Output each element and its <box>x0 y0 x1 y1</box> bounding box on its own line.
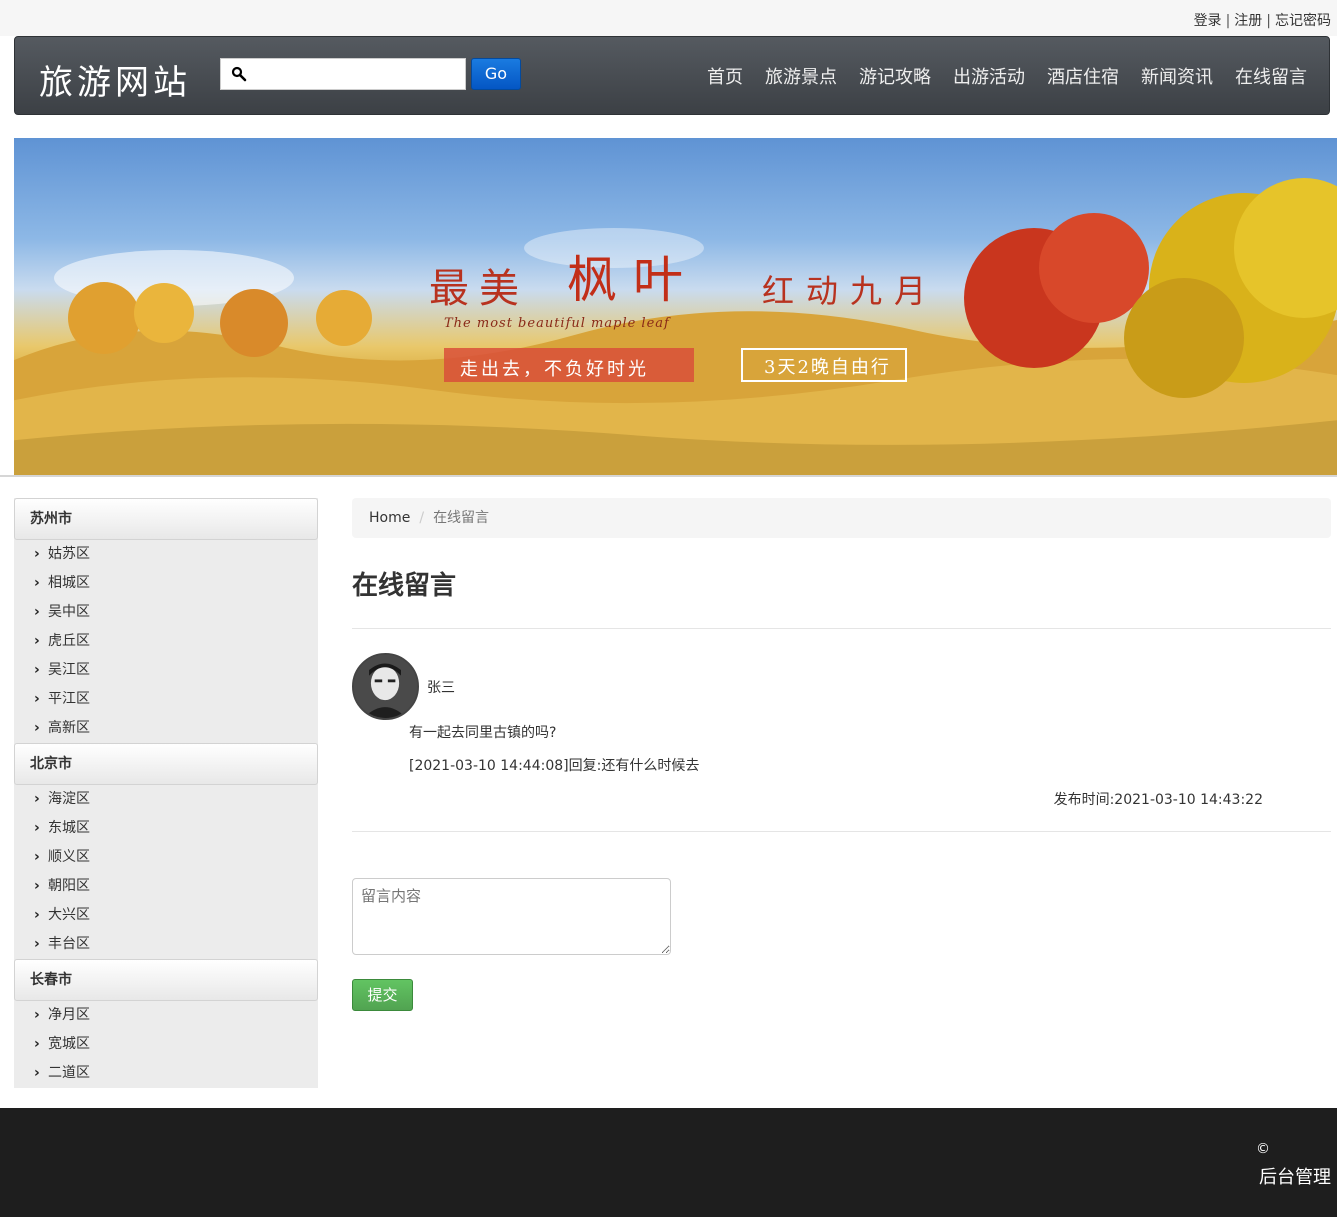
avatar <box>352 653 419 720</box>
submit-button[interactable]: 提交 <box>352 979 413 1011</box>
message-textarea[interactable] <box>352 878 671 955</box>
site-brand[interactable]: 旅游网站 <box>39 55 191 104</box>
sidebar-item-label: 二道区 <box>48 1065 90 1081</box>
sidebar-item-daxing[interactable]: › 大兴区 <box>14 901 318 930</box>
sidebar-item-haidian[interactable]: › 海淀区 <box>14 785 318 814</box>
sidebar-group-beijing[interactable]: 北京市 <box>14 743 318 785</box>
admin-link[interactable]: 后台管理 <box>1259 1163 1331 1189</box>
sidebar-item-huqiu[interactable]: › 虎丘区 <box>14 627 318 656</box>
sidebar-item-pingjiang[interactable]: › 平江区 <box>14 685 318 714</box>
banner-title-c: 红动九月 <box>762 272 939 310</box>
divider <box>352 831 1331 832</box>
chevron-right-icon: › <box>34 878 40 894</box>
sidebar-item-label: 吴中区 <box>48 604 90 620</box>
chevron-right-icon: › <box>34 1036 40 1052</box>
link-separator: | <box>1225 13 1231 29</box>
account-links: 登录 | 注册 | 忘记密码 <box>1194 10 1331 30</box>
user-avatar-icon <box>354 655 417 718</box>
chevron-right-icon: › <box>34 691 40 707</box>
sidebar-item-label: 吴江区 <box>48 662 90 678</box>
search-icon <box>231 66 247 82</box>
nav-item-activities[interactable]: 出游活动 <box>953 63 1025 89</box>
sidebar-item-label: 净月区 <box>48 1007 90 1023</box>
chevron-right-icon: › <box>34 820 40 836</box>
banner-subtitle: The most beautiful maple leaf <box>444 316 670 331</box>
banner-tag-slogan: 走出去，不负好时光 <box>460 359 649 380</box>
sidebar-item-gusu[interactable]: › 姑苏区 <box>14 540 318 569</box>
banner-tag-package: 3天2晚自由行 <box>764 357 891 378</box>
sidebar-item-label: 东城区 <box>48 820 90 836</box>
register-link[interactable]: 注册 <box>1234 13 1262 29</box>
sidebar-item-kuancheng[interactable]: › 宽城区 <box>14 1030 318 1059</box>
top-links-bar: 登录 | 注册 | 忘记密码 <box>0 0 1337 36</box>
nav-item-attractions[interactable]: 旅游景点 <box>765 63 837 89</box>
sidebar-item-label: 姑苏区 <box>48 546 90 562</box>
copyright-symbol: © <box>1256 1141 1270 1157</box>
nav-menu: 首页 旅游景点 游记攻略 出游活动 酒店住宿 新闻资讯 在线留言 <box>685 63 1307 89</box>
search-box <box>220 58 466 90</box>
chevron-right-icon: › <box>34 604 40 620</box>
forgot-password-link[interactable]: 忘记密码 <box>1275 13 1331 29</box>
sidebar-item-label: 虎丘区 <box>48 633 90 649</box>
search-go-button[interactable]: Go <box>471 58 521 90</box>
message-timestamp: 发布时间:2021-03-10 14:43:22 <box>1053 792 1263 808</box>
chevron-right-icon: › <box>34 633 40 649</box>
nav-item-news[interactable]: 新闻资讯 <box>1141 63 1213 89</box>
hero-banner: 最美 枫叶 红动九月 The most beautiful maple leaf… <box>14 138 1337 475</box>
sidebar-item-label: 海淀区 <box>48 791 90 807</box>
sidebar-item-label: 朝阳区 <box>48 878 90 894</box>
main-navbar: 旅游网站 Go 首页 旅游景点 游记攻略 出游活动 酒店住宿 新闻资讯 在线留言 <box>14 36 1330 115</box>
sidebar-item-wujiang[interactable]: › 吴江区 <box>14 656 318 685</box>
sidebar-item-xiangcheng[interactable]: › 相城区 <box>14 569 318 598</box>
chevron-right-icon: › <box>34 791 40 807</box>
sidebar-item-wuzhong[interactable]: › 吴中区 <box>14 598 318 627</box>
chevron-right-icon: › <box>34 1007 40 1023</box>
banner-divider <box>0 475 1337 477</box>
sidebar-item-label: 顺义区 <box>48 849 90 865</box>
sidebar-item-label: 丰台区 <box>48 936 90 952</box>
breadcrumb-divider: / <box>419 510 425 526</box>
nav-item-home[interactable]: 首页 <box>707 63 743 89</box>
chevron-right-icon: › <box>34 546 40 562</box>
breadcrumb-home-link[interactable]: Home <box>369 510 410 526</box>
sidebar-group-suzhou[interactable]: 苏州市 <box>14 498 318 540</box>
link-separator: | <box>1266 13 1271 29</box>
banner-title-a: 最美 <box>429 266 529 312</box>
chevron-right-icon: › <box>34 907 40 923</box>
search-input[interactable] <box>251 59 461 89</box>
sidebar-item-shunyi[interactable]: › 顺义区 <box>14 843 318 872</box>
banner-title-b: 枫叶 <box>567 251 699 309</box>
chevron-right-icon: › <box>34 575 40 591</box>
nav-item-messages[interactable]: 在线留言 <box>1235 63 1307 89</box>
sidebar-item-dongcheng[interactable]: › 东城区 <box>14 814 318 843</box>
chevron-right-icon: › <box>34 1065 40 1081</box>
footer: © 后台管理 <box>0 1108 1337 1217</box>
sidebar-item-erdao[interactable]: › 二道区 <box>14 1059 318 1088</box>
sidebar-item-chaoyang[interactable]: › 朝阳区 <box>14 872 318 901</box>
breadcrumb: Home / 在线留言 <box>352 498 1331 538</box>
sidebar-item-fengtai[interactable]: › 丰台区 <box>14 930 318 959</box>
chevron-right-icon: › <box>34 662 40 678</box>
sidebar-item-label: 平江区 <box>48 691 90 707</box>
message-content: 有一起去同里古镇的吗? <box>409 725 557 741</box>
page-title: 在线留言 <box>352 571 457 601</box>
sidebar-item-label: 高新区 <box>48 720 90 736</box>
sidebar-item-jingyue[interactable]: › 净月区 <box>14 1001 318 1030</box>
sidebar-item-label: 宽城区 <box>48 1036 90 1052</box>
message-username: 张三 <box>427 680 455 696</box>
nav-item-hotels[interactable]: 酒店住宿 <box>1047 63 1119 89</box>
sidebar-item-gaoxin[interactable]: › 高新区 <box>14 714 318 743</box>
message-reply: [2021-03-10 14:44:08]回复:还有什么时候去 <box>409 758 700 774</box>
sidebar-item-label: 相城区 <box>48 575 90 591</box>
nav-item-travel-guides[interactable]: 游记攻略 <box>859 63 931 89</box>
sidebar-group-changchun[interactable]: 长春市 <box>14 959 318 1001</box>
region-sidebar: 苏州市 › 姑苏区 › 相城区 › 吴中区 › 虎丘区 › 吴江区 › 平江区 › 高新区 北… <box>14 498 318 1088</box>
divider <box>352 628 1331 629</box>
login-link[interactable]: 登录 <box>1194 13 1222 29</box>
breadcrumb-current: 在线留言 <box>433 510 490 526</box>
chevron-right-icon: › <box>34 936 40 952</box>
sidebar-item-label: 大兴区 <box>48 907 90 923</box>
chevron-right-icon: › <box>34 849 40 865</box>
chevron-right-icon: › <box>34 720 40 736</box>
